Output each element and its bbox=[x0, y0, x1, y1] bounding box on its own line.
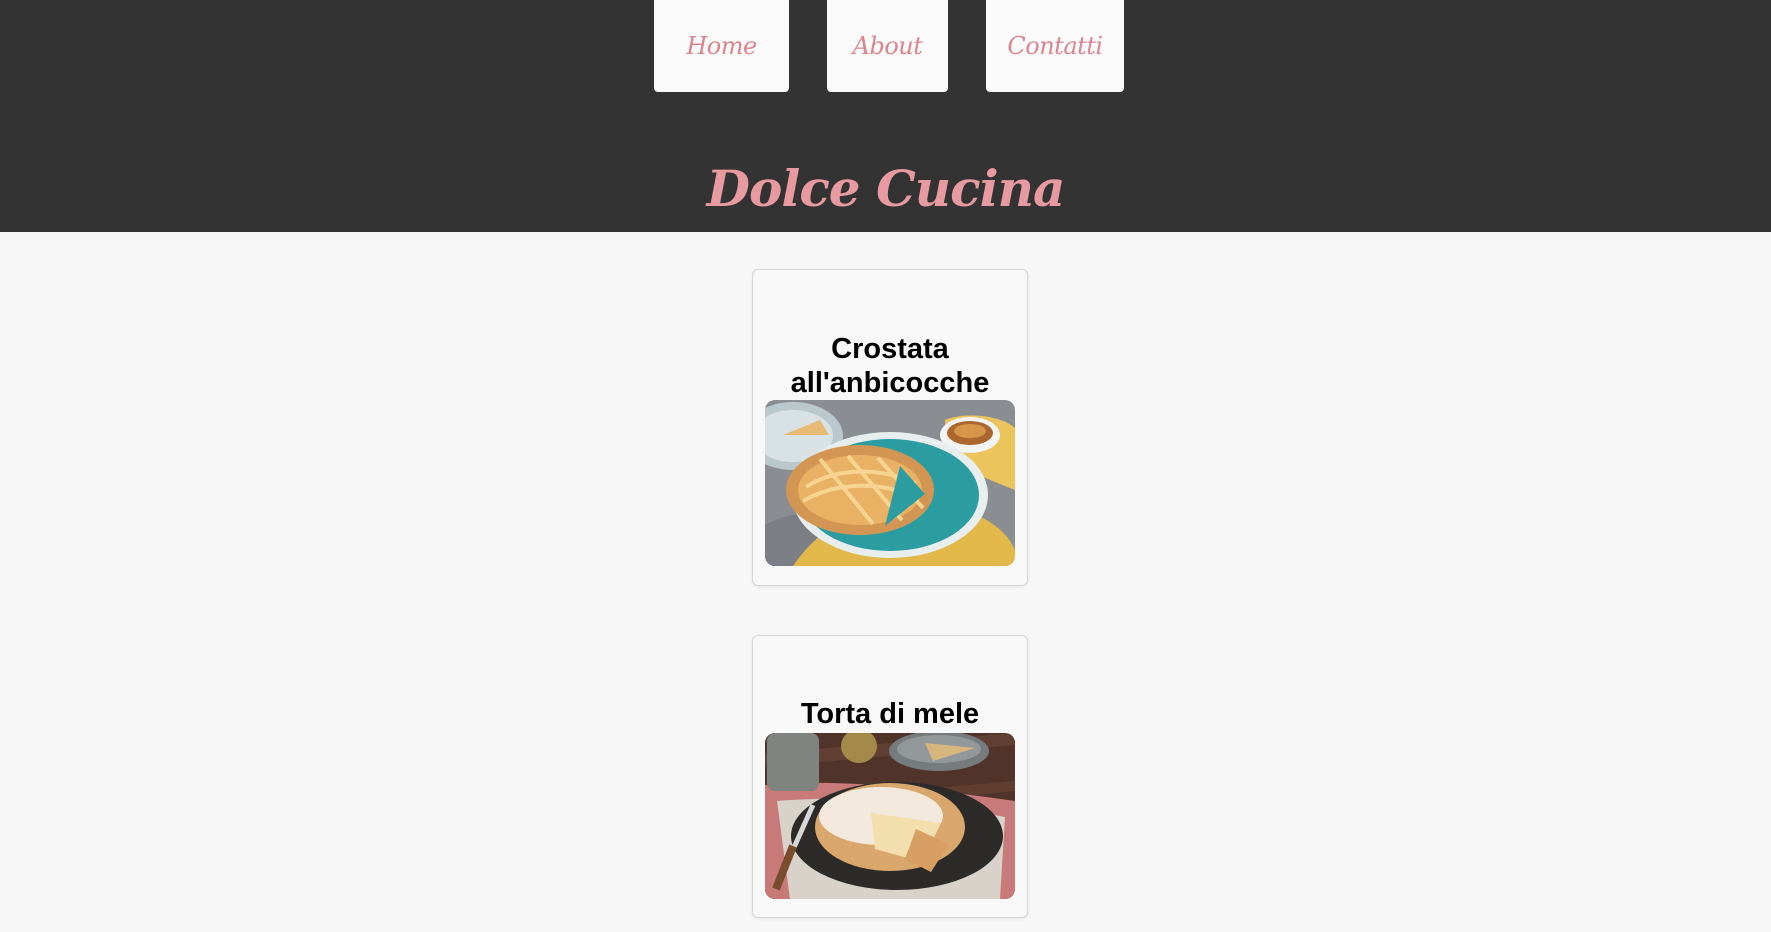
nav-contatti-label: Contatti bbox=[1007, 32, 1103, 60]
recipe-card-crostata[interactable]: Crostata all'anbicocche bbox=[752, 269, 1028, 586]
nav-about-label: About bbox=[852, 32, 923, 60]
nav-home-label: Home bbox=[686, 32, 757, 60]
nav-contatti-link[interactable]: Contatti bbox=[986, 0, 1124, 92]
recipe-card-torta-di-mele[interactable]: Torta di mele bbox=[752, 635, 1028, 918]
nav-home-link[interactable]: Home bbox=[654, 0, 789, 92]
recipe-image-torta-di-mele bbox=[765, 733, 1015, 899]
recipe-title: Crostata all'anbicocche bbox=[790, 333, 990, 400]
site-title: Dolce Cucina bbox=[706, 158, 1066, 218]
recipe-image-crostata bbox=[765, 400, 1015, 566]
nav-about-link[interactable]: About bbox=[827, 0, 948, 92]
main-nav: Home About Contatti bbox=[0, 0, 1771, 92]
site-header: Home About Contatti Dolce Cucina bbox=[0, 0, 1771, 232]
recipe-title: Torta di mele bbox=[800, 698, 980, 731]
page: Home About Contatti Dolce Cucina Crostat… bbox=[0, 0, 1771, 932]
